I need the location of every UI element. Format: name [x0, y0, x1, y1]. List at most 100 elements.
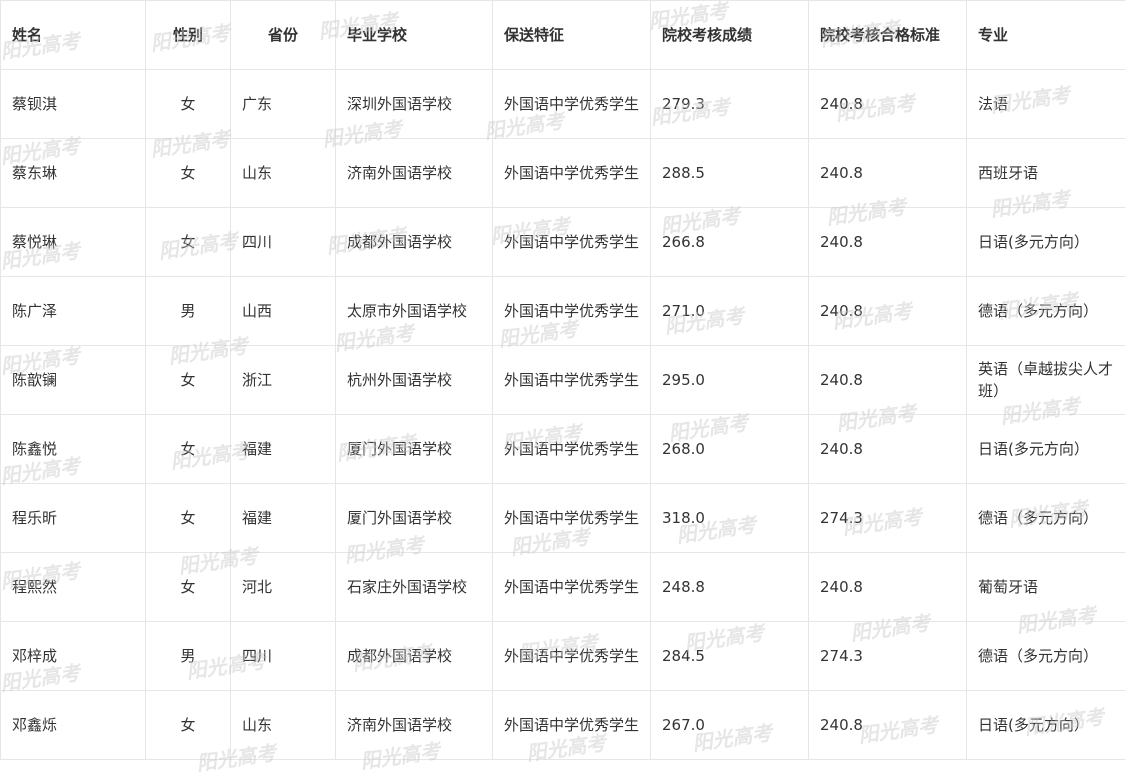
cell-score: 268.0 — [651, 415, 809, 484]
cell-score: 318.0 — [651, 484, 809, 553]
table-row: 邓鑫烁女山东济南外国语学校外国语中学优秀学生267.0240.8日语(多元方向） — [1, 691, 1125, 760]
cell-feature: 外国语中学优秀学生 — [493, 277, 651, 346]
cell-major: 西班牙语 — [967, 139, 1125, 208]
cell-name: 陈广泽 — [1, 277, 146, 346]
cell-standard: 240.8 — [809, 553, 967, 622]
table-body: 蔡钡淇女广东深圳外国语学校外国语中学优秀学生279.3240.8法语蔡东琳女山东… — [1, 70, 1125, 760]
cell-name: 蔡东琳 — [1, 139, 146, 208]
cell-score: 279.3 — [651, 70, 809, 139]
table-row: 程熙然女河北石家庄外国语学校外国语中学优秀学生248.8240.8葡萄牙语 — [1, 553, 1125, 622]
table-row: 蔡钡淇女广东深圳外国语学校外国语中学优秀学生279.3240.8法语 — [1, 70, 1125, 139]
cell-name: 蔡悦琳 — [1, 208, 146, 277]
cell-feature: 外国语中学优秀学生 — [493, 139, 651, 208]
cell-score: 271.0 — [651, 277, 809, 346]
cell-province: 山东 — [231, 139, 336, 208]
cell-score: 267.0 — [651, 691, 809, 760]
table-row: 陈广泽男山西太原市外国语学校外国语中学优秀学生271.0240.8德语（多元方向… — [1, 277, 1125, 346]
cell-name: 蔡钡淇 — [1, 70, 146, 139]
cell-feature: 外国语中学优秀学生 — [493, 415, 651, 484]
cell-standard: 240.8 — [809, 415, 967, 484]
cell-major: 德语（多元方向） — [967, 484, 1125, 553]
cell-school: 太原市外国语学校 — [336, 277, 493, 346]
header-score: 院校考核成绩 — [651, 1, 809, 70]
cell-major: 日语(多元方向） — [967, 691, 1125, 760]
cell-major: 葡萄牙语 — [967, 553, 1125, 622]
cell-school: 杭州外国语学校 — [336, 346, 493, 415]
cell-school: 厦门外国语学校 — [336, 484, 493, 553]
cell-standard: 240.8 — [809, 691, 967, 760]
cell-name: 程乐昕 — [1, 484, 146, 553]
cell-major: 德语（多元方向） — [967, 277, 1125, 346]
cell-gender: 女 — [146, 484, 231, 553]
cell-score: 248.8 — [651, 553, 809, 622]
cell-school: 深圳外国语学校 — [336, 70, 493, 139]
cell-gender: 女 — [146, 346, 231, 415]
header-row: 姓名 性别 省份 毕业学校 保送特征 院校考核成绩 院校考核合格标准 专业 — [1, 1, 1125, 70]
cell-feature: 外国语中学优秀学生 — [493, 208, 651, 277]
cell-standard: 274.3 — [809, 622, 967, 691]
cell-school: 石家庄外国语学校 — [336, 553, 493, 622]
table-row: 陈鑫悦女福建厦门外国语学校外国语中学优秀学生268.0240.8日语(多元方向） — [1, 415, 1125, 484]
cell-major: 德语（多元方向） — [967, 622, 1125, 691]
cell-standard: 274.3 — [809, 484, 967, 553]
table-row: 程乐昕女福建厦门外国语学校外国语中学优秀学生318.0274.3德语（多元方向） — [1, 484, 1125, 553]
cell-score: 288.5 — [651, 139, 809, 208]
cell-gender: 女 — [146, 415, 231, 484]
table-row: 蔡悦琳女四川成都外国语学校外国语中学优秀学生266.8240.8日语(多元方向） — [1, 208, 1125, 277]
header-feature: 保送特征 — [493, 1, 651, 70]
cell-name: 程熙然 — [1, 553, 146, 622]
header-province: 省份 — [231, 1, 336, 70]
cell-standard: 240.8 — [809, 277, 967, 346]
cell-feature: 外国语中学优秀学生 — [493, 553, 651, 622]
cell-province: 福建 — [231, 484, 336, 553]
cell-feature: 外国语中学优秀学生 — [493, 691, 651, 760]
cell-province: 河北 — [231, 553, 336, 622]
cell-standard: 240.8 — [809, 208, 967, 277]
cell-province: 浙江 — [231, 346, 336, 415]
cell-name: 邓梓成 — [1, 622, 146, 691]
cell-gender: 男 — [146, 622, 231, 691]
cell-score: 295.0 — [651, 346, 809, 415]
cell-province: 福建 — [231, 415, 336, 484]
cell-standard: 240.8 — [809, 70, 967, 139]
cell-name: 陈鑫悦 — [1, 415, 146, 484]
cell-feature: 外国语中学优秀学生 — [493, 70, 651, 139]
cell-school: 济南外国语学校 — [336, 139, 493, 208]
cell-province: 四川 — [231, 622, 336, 691]
header-standard: 院校考核合格标准 — [809, 1, 967, 70]
header-major: 专业 — [967, 1, 1125, 70]
table-row: 蔡东琳女山东济南外国语学校外国语中学优秀学生288.5240.8西班牙语 — [1, 139, 1125, 208]
cell-standard: 240.8 — [809, 346, 967, 415]
cell-gender: 女 — [146, 208, 231, 277]
cell-school: 成都外国语学校 — [336, 622, 493, 691]
cell-gender: 女 — [146, 691, 231, 760]
table-row: 陈歆镧女浙江杭州外国语学校外国语中学优秀学生295.0240.8英语（卓越拔尖人… — [1, 346, 1125, 415]
cell-major: 日语(多元方向） — [967, 415, 1125, 484]
cell-school: 济南外国语学校 — [336, 691, 493, 760]
cell-province: 山东 — [231, 691, 336, 760]
header-gender: 性别 — [146, 1, 231, 70]
cell-score: 266.8 — [651, 208, 809, 277]
cell-school: 成都外国语学校 — [336, 208, 493, 277]
cell-gender: 女 — [146, 139, 231, 208]
cell-major: 法语 — [967, 70, 1125, 139]
cell-feature: 外国语中学优秀学生 — [493, 484, 651, 553]
cell-province: 四川 — [231, 208, 336, 277]
cell-gender: 女 — [146, 553, 231, 622]
cell-gender: 男 — [146, 277, 231, 346]
header-name: 姓名 — [1, 1, 146, 70]
cell-feature: 外国语中学优秀学生 — [493, 622, 651, 691]
table-row: 邓梓成男四川成都外国语学校外国语中学优秀学生284.5274.3德语（多元方向） — [1, 622, 1125, 691]
cell-province: 广东 — [231, 70, 336, 139]
cell-major: 英语（卓越拔尖人才班） — [967, 346, 1125, 415]
cell-score: 284.5 — [651, 622, 809, 691]
cell-standard: 240.8 — [809, 139, 967, 208]
cell-name: 陈歆镧 — [1, 346, 146, 415]
admission-table: 姓名 性别 省份 毕业学校 保送特征 院校考核成绩 院校考核合格标准 专业 蔡钡… — [0, 0, 1125, 760]
cell-feature: 外国语中学优秀学生 — [493, 346, 651, 415]
cell-major: 日语(多元方向） — [967, 208, 1125, 277]
cell-name: 邓鑫烁 — [1, 691, 146, 760]
header-school: 毕业学校 — [336, 1, 493, 70]
cell-province: 山西 — [231, 277, 336, 346]
cell-school: 厦门外国语学校 — [336, 415, 493, 484]
